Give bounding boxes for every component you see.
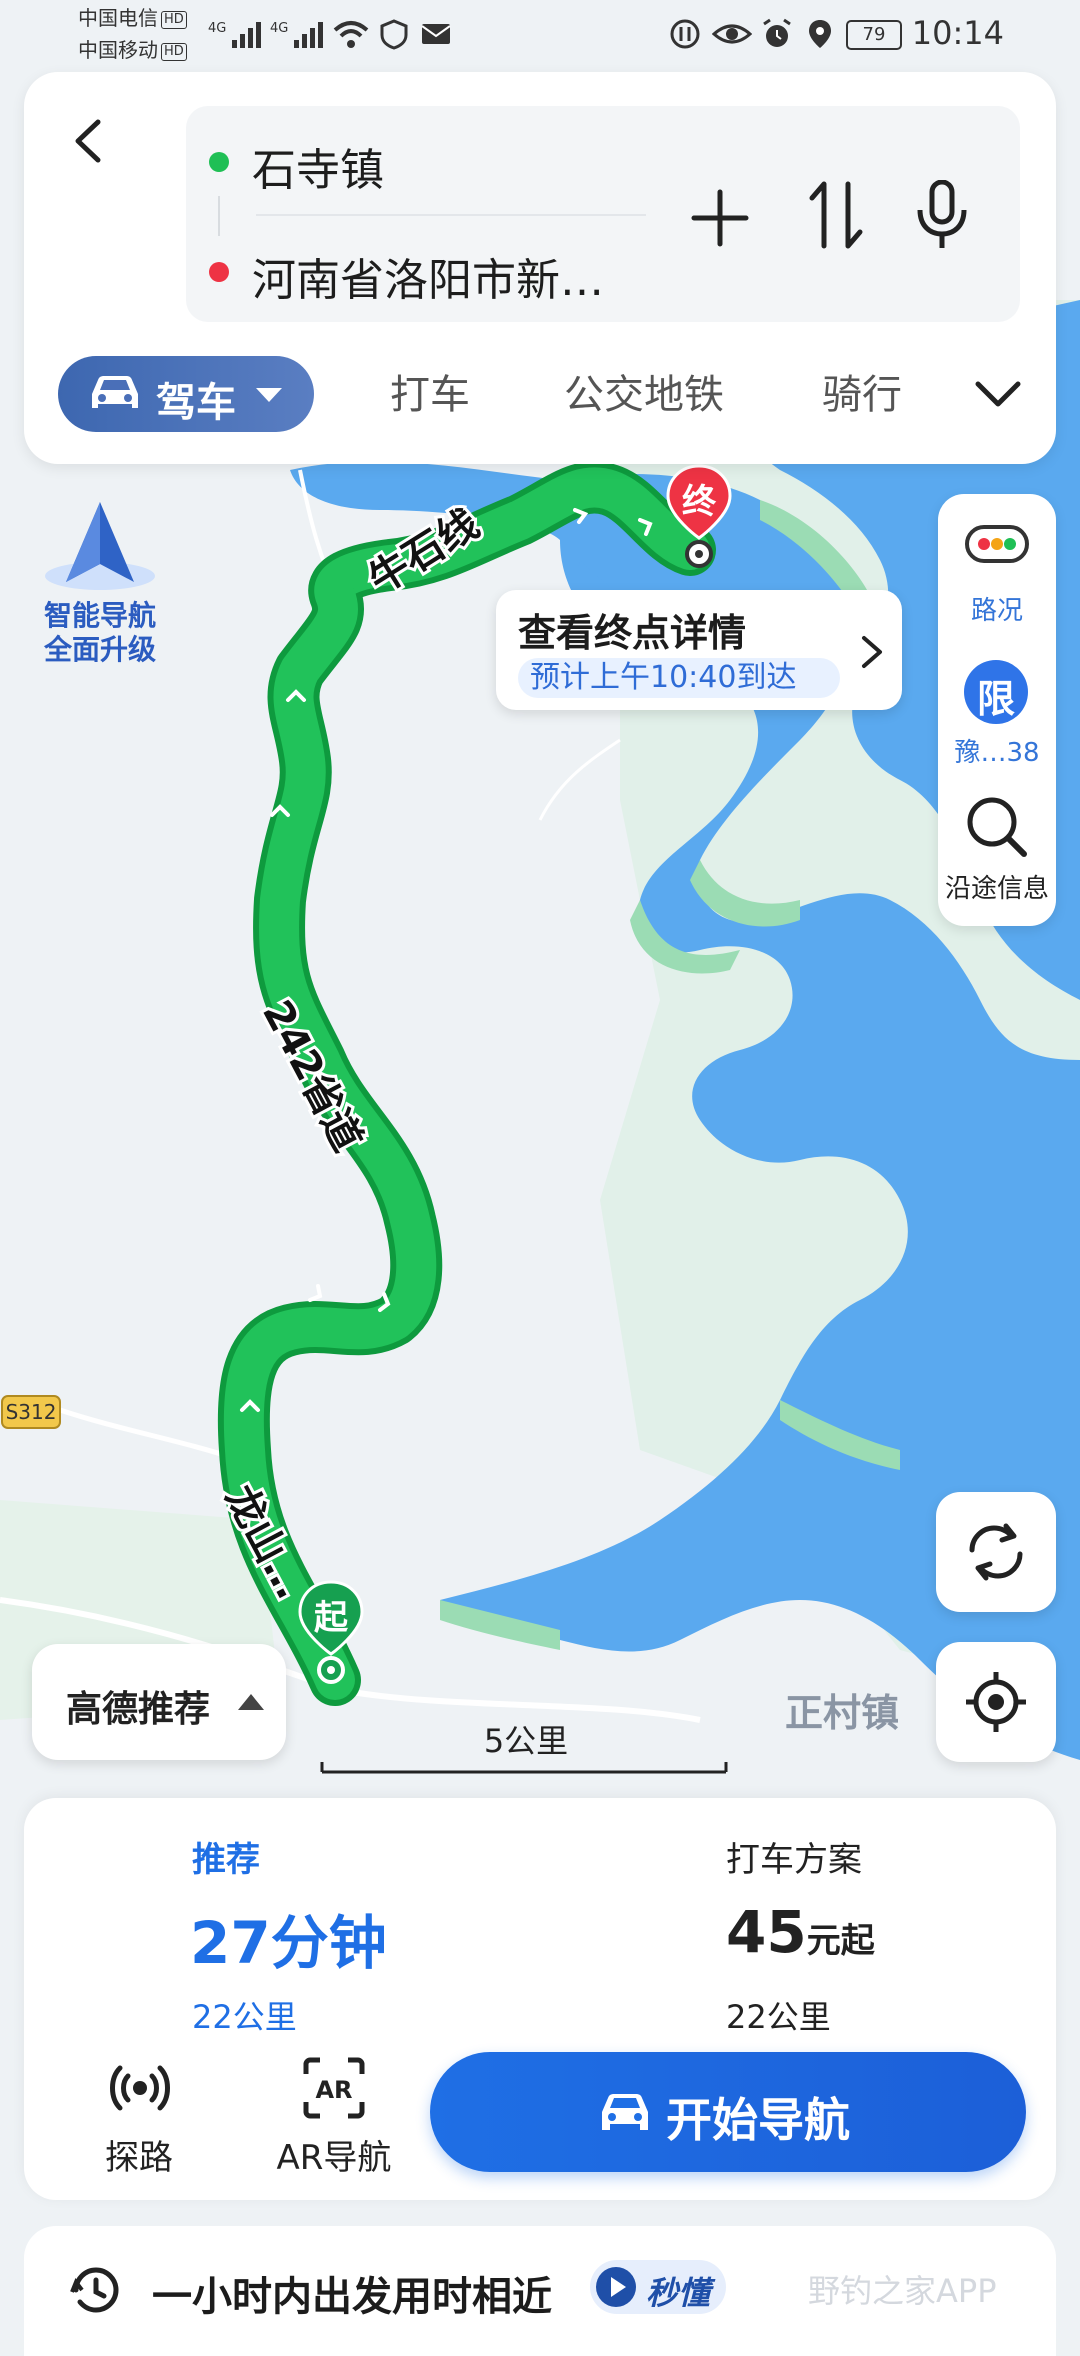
hd-badge: HD xyxy=(161,42,187,61)
carrier-2: 中国移动 HD xyxy=(78,38,187,62)
caret-up-icon xyxy=(238,1694,264,1710)
car-icon xyxy=(602,2094,648,2130)
hd-badge: HD xyxy=(161,10,187,29)
start-marker[interactable]: 起 xyxy=(296,1578,366,1688)
route-distance: 22公里 xyxy=(192,1998,297,2036)
locate-icon xyxy=(966,1672,1026,1732)
route-preference-label: 高德推荐 xyxy=(66,1689,211,1730)
refresh-icon xyxy=(969,1523,1023,1581)
taxi-plan-title: 打车方案 xyxy=(726,1840,862,1880)
route-preference-chip[interactable]: 高德推荐 xyxy=(32,1644,286,1760)
recommended-route[interactable]: 推荐 27分钟 22公里 xyxy=(124,1816,484,2046)
route-duration: 27分钟 xyxy=(190,1909,387,1977)
svg-text:4G: 4G xyxy=(270,21,288,36)
map-tools-panel: 路况 限 豫…38 沿途信息 xyxy=(938,494,1056,926)
route-connector-line xyxy=(218,196,220,236)
restriction-badge: 限 xyxy=(964,660,1028,724)
start-navigation-button[interactable]: 开始导航 xyxy=(430,2052,1026,2172)
battery-indicator: 79 xyxy=(846,20,902,50)
signal-icon: 4G xyxy=(270,21,323,48)
add-waypoint-icon[interactable] xyxy=(690,188,750,248)
restriction-badge-text: 限 xyxy=(976,677,1015,721)
voice-input-icon[interactable] xyxy=(912,180,972,252)
taxi-price-number: 45 xyxy=(726,1898,807,1966)
start-navigation-label: 开始导航 xyxy=(666,2093,850,2147)
destination-detail-callout[interactable]: 查看终点详情 预计上午10:40到达 xyxy=(496,590,902,710)
clock-icon xyxy=(70,2267,119,2313)
svg-text:4G: 4G xyxy=(208,21,226,36)
car-icon xyxy=(92,376,138,408)
taxi-plan[interactable]: 打车方案 45元起 22公里 xyxy=(704,1816,1004,2046)
svg-text:S312: S312 xyxy=(6,1400,57,1424)
chevron-right-icon xyxy=(862,636,882,668)
carrier-2-name: 中国移动 xyxy=(78,38,158,62)
tab-drive[interactable]: 驾车 xyxy=(58,356,314,432)
end-marker[interactable]: 终 xyxy=(664,462,734,572)
origin-field[interactable]: 石寺镇 xyxy=(252,134,384,198)
eye-icon xyxy=(712,24,752,44)
departure-tip-text: 一小时内出发用时相近 xyxy=(152,2274,552,2320)
alarm-icon xyxy=(763,18,791,47)
svg-text:AR: AR xyxy=(315,2076,352,2104)
recenter-button[interactable] xyxy=(936,1642,1056,1762)
search-icon xyxy=(967,797,1027,857)
end-marker-label: 终 xyxy=(682,482,716,522)
restriction-toggle[interactable]: 限 豫…38 xyxy=(938,660,1056,770)
taxi-price: 45元起 xyxy=(726,1898,875,1966)
refresh-route-button[interactable] xyxy=(936,1492,1056,1612)
taxi-distance: 22公里 xyxy=(726,1998,831,2036)
taxi-price-unit: 元起 xyxy=(806,1921,875,1961)
broadcast-icon xyxy=(110,2065,170,2111)
eta-pill: 预计上午10:40到达 xyxy=(518,658,840,698)
quick-understand-badge[interactable]: 秒懂 xyxy=(590,2260,726,2314)
carrier-1: 中国电信 HD xyxy=(78,6,187,30)
mail-icon xyxy=(421,24,451,44)
wifi-icon xyxy=(333,21,369,48)
ar-navigation-button[interactable]: AR AR导航 xyxy=(244,2048,424,2178)
probe-route-button[interactable]: 探路 xyxy=(74,2048,204,2178)
quick-understand-label: 秒懂 xyxy=(646,2274,711,2312)
smart-nav-badge[interactable]: 智能导航 全面升级 xyxy=(30,496,170,666)
departure-tip-card[interactable]: 一小时内出发用时相近 秒懂 野钓之家APP xyxy=(24,2226,1056,2356)
data-saver-icon xyxy=(670,19,700,49)
along-route-label: 沿途信息 xyxy=(944,874,1049,904)
signal-icon: 4G xyxy=(208,21,261,48)
along-route-info[interactable]: 沿途信息 xyxy=(938,794,1056,904)
tab-transit[interactable]: 公交地铁 xyxy=(564,362,724,420)
ar-label: AR导航 xyxy=(276,2138,392,2178)
town-label: 正村镇 xyxy=(785,1691,899,1735)
scale-label: 5公里 xyxy=(484,1722,568,1760)
tab-taxi[interactable]: 打车 xyxy=(390,362,470,420)
route-tag: 推荐 xyxy=(192,1840,260,1880)
destination-field[interactable]: 河南省洛阳市新… xyxy=(252,244,604,308)
status-time: 10:14 xyxy=(911,14,1004,52)
ar-icon: AR xyxy=(303,2057,365,2119)
location-icon xyxy=(809,20,831,48)
caret-down-icon xyxy=(256,388,282,402)
chevron-down-icon[interactable] xyxy=(974,380,1022,410)
probe-label: 探路 xyxy=(105,2138,173,2178)
traffic-toggle[interactable]: 路况 xyxy=(938,524,1056,634)
back-arrow-icon[interactable] xyxy=(66,118,112,164)
destination-dot xyxy=(209,262,229,282)
traffic-label: 路况 xyxy=(970,596,1023,626)
shield-icon xyxy=(380,19,408,50)
smart-nav-line2: 全面升级 xyxy=(43,633,156,666)
swap-route-icon[interactable] xyxy=(808,180,864,250)
play-icon xyxy=(596,2267,636,2307)
tab-bike[interactable]: 骑行 xyxy=(822,362,902,420)
start-marker-label: 起 xyxy=(314,1598,348,1638)
status-bar: 中国电信 HD 中国移动 HD 4G 4G 79 10:14 xyxy=(0,0,1080,70)
tab-drive-label: 驾车 xyxy=(156,380,236,426)
traffic-light-icon xyxy=(965,525,1029,563)
origin-dot xyxy=(209,152,229,172)
restriction-label: 豫…38 xyxy=(954,738,1040,768)
watermark: 野钓之家APP xyxy=(808,2272,997,2310)
callout-title: 查看终点详情 xyxy=(518,611,747,655)
nav-arrow-icon xyxy=(45,502,155,590)
road-shield-s312: S312 xyxy=(1,1395,61,1429)
input-divider xyxy=(256,214,646,216)
carrier-1-name: 中国电信 xyxy=(78,6,158,30)
